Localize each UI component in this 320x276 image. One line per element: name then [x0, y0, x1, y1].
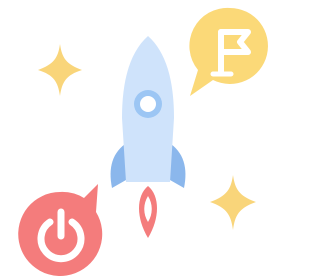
rocket-icon: [110, 36, 186, 238]
sparkle-icon: [38, 44, 82, 96]
illustration-canvas: [18, 7, 268, 276]
power-bubble: [18, 184, 103, 276]
flag-bubble: [189, 7, 268, 96]
sparkle-icon: [210, 175, 256, 230]
launch-illustration: [0, 0, 271, 276]
